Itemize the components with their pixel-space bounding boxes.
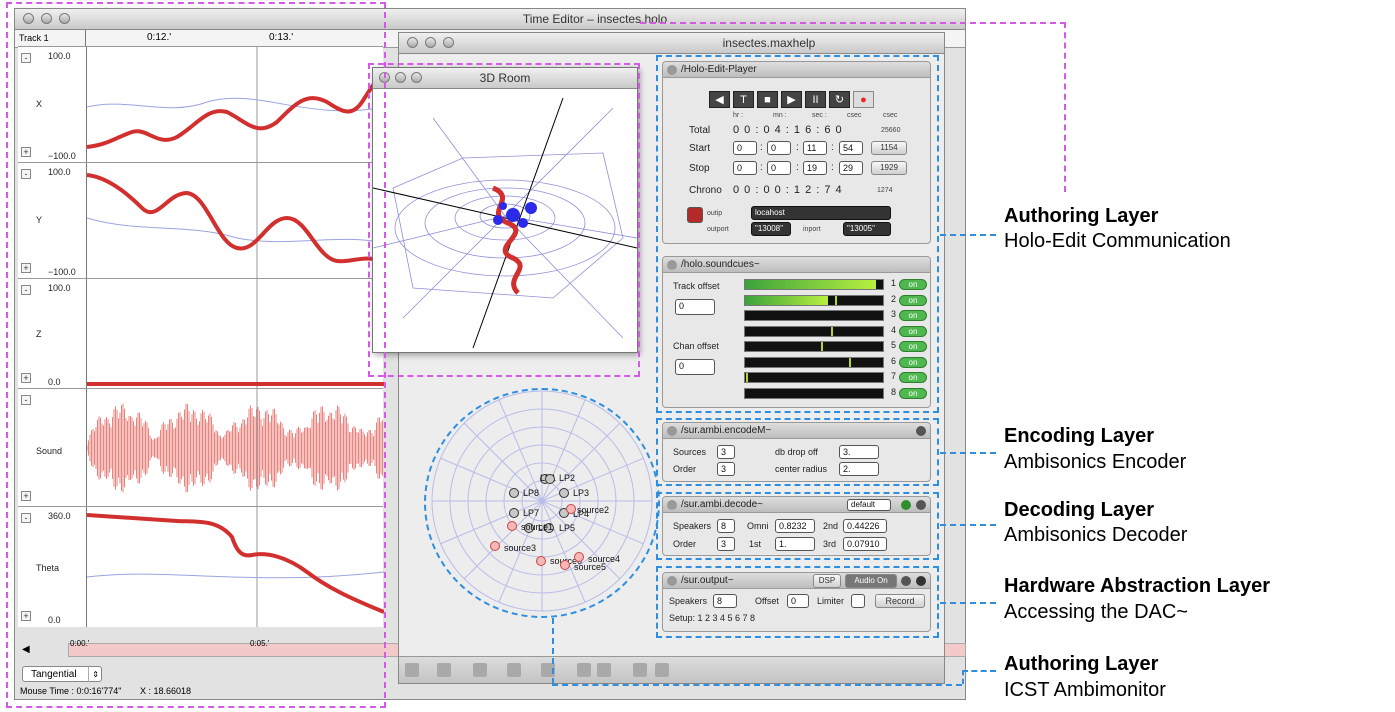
callout-heading-encoding: Encoding Layer (1004, 425, 1155, 447)
callout-sub-encoding: Ambisonics Encoder (1004, 451, 1187, 473)
settings-icon[interactable] (655, 663, 669, 677)
lock-icon[interactable] (405, 663, 419, 677)
blue-connector (962, 670, 996, 672)
blue-connector (940, 602, 996, 604)
ambimonitor-highlight (424, 388, 660, 618)
blue-connector (552, 618, 554, 684)
blue-connector (940, 452, 996, 454)
room-highlight (368, 63, 640, 377)
add-icon[interactable] (437, 663, 451, 677)
blue-connector (962, 670, 964, 684)
grid-icon[interactable] (633, 663, 647, 677)
callout-heading-authoring-2: Authoring Layer (1004, 653, 1159, 675)
patcher-toolbar (399, 656, 944, 683)
callout-heading-hardware: Hardware Abstraction Layer (1004, 575, 1271, 597)
callout-heading-decoding: Decoding Layer (1004, 499, 1155, 521)
output-highlight (656, 566, 939, 638)
windows-icon[interactable] (597, 663, 611, 677)
magenta-connector (640, 22, 1066, 24)
blue-connector (552, 684, 962, 686)
callout-sub-decoding: Ambisonics Decoder (1004, 524, 1188, 546)
callout-sub-authoring-1: Holo-Edit Communication (1004, 230, 1231, 252)
minimize-button[interactable] (425, 37, 436, 48)
close-button[interactable] (407, 37, 418, 48)
move-icon[interactable] (473, 663, 487, 677)
player-highlight (656, 55, 939, 413)
window-title: insectes.maxhelp (722, 36, 816, 50)
encoder-highlight (656, 418, 939, 486)
comment-icon[interactable] (507, 663, 521, 677)
zoom-button[interactable] (443, 37, 454, 48)
blue-connector (940, 234, 996, 236)
blue-connector (940, 524, 996, 526)
window-icon[interactable] (577, 663, 591, 677)
decoder-highlight (656, 492, 939, 560)
time-editor-highlight (6, 2, 386, 708)
callout-sub-hardware: Accessing the DAC~ (1004, 601, 1188, 623)
callout-heading-authoring-1: Authoring Layer (1004, 205, 1159, 227)
maxhelp-titlebar: insectes.maxhelp (399, 33, 944, 54)
magenta-connector (1064, 22, 1066, 192)
callout-sub-authoring-2: ICST Ambimonitor (1004, 679, 1166, 701)
